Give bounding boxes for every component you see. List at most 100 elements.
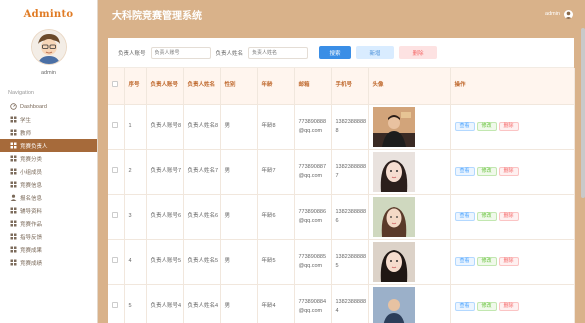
view-button[interactable]: 查看 xyxy=(454,257,475,266)
search-bar: 负责人账号 负责人姓名 搜索 新增 删除 xyxy=(108,38,574,68)
sidebar-item-11[interactable]: 竞赛成果 xyxy=(0,243,97,256)
page-scrollbar[interactable] xyxy=(581,28,585,198)
edit-button[interactable]: 修改 xyxy=(476,257,497,266)
row-checkbox[interactable] xyxy=(112,211,118,218)
cell-avatar xyxy=(368,104,451,149)
batch-delete-button[interactable]: 删除 xyxy=(399,46,438,59)
sidebar-item-3[interactable]: 竞赛负责人 xyxy=(0,139,97,152)
view-button[interactable]: 查看 xyxy=(454,167,475,176)
avatar-photo[interactable] xyxy=(372,241,450,282)
grid-icon xyxy=(10,142,17,149)
sidebar-item-5[interactable]: 小组成员 xyxy=(0,165,97,178)
avatar-photo[interactable] xyxy=(372,151,450,192)
user-name[interactable]: admin xyxy=(545,11,560,17)
cell-actions: 查看 修改 删除 xyxy=(450,239,575,284)
view-button[interactable]: 查看 xyxy=(454,212,475,221)
sidebar-item-1[interactable]: 学生 xyxy=(0,113,97,126)
edit-button[interactable]: 修改 xyxy=(476,122,497,131)
cell-select[interactable] xyxy=(108,149,125,194)
table-row: 1 负责人账号8 负责人姓名8 男年龄8 773890888@qq.com 1382388… xyxy=(108,104,575,149)
header-select-all[interactable] xyxy=(108,68,125,104)
grid-icon xyxy=(10,233,17,240)
user-menu[interactable]: admin xyxy=(545,9,573,19)
cell-gender: 男 xyxy=(220,194,258,239)
cell-name: 负责人姓名7 xyxy=(183,149,221,194)
sidebar-item-label: 竞赛成绩 xyxy=(20,260,43,267)
select-all-checkbox[interactable] xyxy=(112,80,118,87)
sidebar-item-label: 辅导资料 xyxy=(20,208,43,215)
cell-avatar xyxy=(368,239,451,284)
grid-icon xyxy=(10,181,17,188)
nav-heading: Navigation xyxy=(8,90,34,96)
avatar-photo[interactable] xyxy=(372,106,450,147)
grid-icon xyxy=(10,116,17,123)
edit-button[interactable]: 修改 xyxy=(476,212,497,221)
sidebar-item-6[interactable]: 竞赛信息 xyxy=(0,178,97,191)
cell-select[interactable] xyxy=(108,284,125,323)
cell-gender: 男 xyxy=(220,104,258,149)
search-button[interactable]: 搜索 xyxy=(319,46,352,59)
view-button[interactable]: 查看 xyxy=(454,302,475,312)
delete-button[interactable]: 删除 xyxy=(498,212,519,221)
grid-icon xyxy=(10,246,17,253)
table-header-row: 序号 负责人账号 负责人姓名 性别 年龄 邮箱 手机号 头像 操作 xyxy=(108,68,575,104)
cell-select[interactable] xyxy=(108,239,125,284)
row-checkbox[interactable] xyxy=(112,256,118,263)
cell-actions: 查看 修改 删除 xyxy=(450,284,575,323)
sidebar-item-label: 小组成员 xyxy=(20,169,43,176)
sidebar-item-label: 竞赛成果 xyxy=(20,247,43,254)
sidebar-item-4[interactable]: 竞赛分类 xyxy=(0,152,97,165)
add-button[interactable]: 新增 xyxy=(356,46,395,59)
row-checkbox[interactable] xyxy=(112,166,118,173)
sidebar-item-12[interactable]: 竞赛成绩 xyxy=(0,256,97,269)
delete-button[interactable]: 删除 xyxy=(498,167,519,176)
account-input[interactable] xyxy=(150,46,211,59)
cell-index: 5 xyxy=(124,284,147,323)
sidebar-item-10[interactable]: 指导反馈 xyxy=(0,230,97,243)
profile-avatar[interactable] xyxy=(31,30,66,64)
cell-actions: 查看 修改 删除 xyxy=(450,149,575,194)
cell-age: 年龄7 xyxy=(257,149,295,194)
sidebar-item-label: 竞赛分类 xyxy=(20,156,43,163)
cell-name: 负责人姓名6 xyxy=(183,194,221,239)
name-label: 负责人姓名 xyxy=(215,50,244,57)
cell-account: 负责人账号7 xyxy=(146,149,184,194)
sidebar-item-0[interactable]: Dashboard xyxy=(0,100,97,113)
sidebar-item-7[interactable]: 报名信息 xyxy=(0,191,97,204)
avatar-photo[interactable] xyxy=(372,286,450,323)
profile-name: admin xyxy=(41,70,56,76)
cell-age: 年龄8 xyxy=(257,104,295,149)
edit-button[interactable]: 修改 xyxy=(476,167,497,176)
cell-gender: 男 xyxy=(220,284,258,323)
cell-account: 负责人账号5 xyxy=(146,239,184,284)
sidebar-item-label: 指导反馈 xyxy=(20,234,43,241)
delete-button[interactable]: 删除 xyxy=(498,257,519,266)
cell-age: 年龄4 xyxy=(257,284,295,323)
sidebar-item-2[interactable]: 教师 xyxy=(0,126,97,139)
brand-logo[interactable]: Adminto xyxy=(0,0,97,28)
view-button[interactable]: 查看 xyxy=(454,122,475,131)
name-input[interactable] xyxy=(248,46,309,59)
sidebar-item-9[interactable]: 竞赛作品 xyxy=(0,217,97,230)
table-row: 4 负责人账号5 负责人姓名5 男年龄5 773890885@qq.com 1382388… xyxy=(108,239,575,284)
cell-select[interactable] xyxy=(108,104,125,149)
user-icon xyxy=(10,194,17,201)
delete-button[interactable]: 删除 xyxy=(498,122,519,131)
row-checkbox[interactable] xyxy=(112,121,118,128)
header-account: 负责人账号 xyxy=(146,68,184,104)
cell-account: 负责人账号8 xyxy=(146,104,184,149)
cell-select[interactable] xyxy=(108,194,125,239)
table-row: 3 负责人账号6 负责人姓名6 男年龄6 773890886@qq.com 1382388… xyxy=(108,194,575,239)
topbar: 大科院竞赛管理系统 admin xyxy=(98,0,585,28)
user-avatar-icon[interactable] xyxy=(564,9,573,19)
sidebar-item-8[interactable]: 辅导资料 xyxy=(0,204,97,217)
sidebar-item-label: 竞赛信息 xyxy=(20,182,43,189)
edit-button[interactable]: 修改 xyxy=(476,302,497,312)
cell-phone: 13823888887 xyxy=(331,149,369,194)
cell-gender: 男 xyxy=(220,149,258,194)
delete-button[interactable]: 删除 xyxy=(498,302,519,312)
avatar-photo[interactable] xyxy=(372,196,450,237)
row-checkbox[interactable] xyxy=(112,301,118,308)
cell-email: 773890885@qq.com xyxy=(294,239,332,284)
sidebar-item-label: 教师 xyxy=(20,130,32,137)
